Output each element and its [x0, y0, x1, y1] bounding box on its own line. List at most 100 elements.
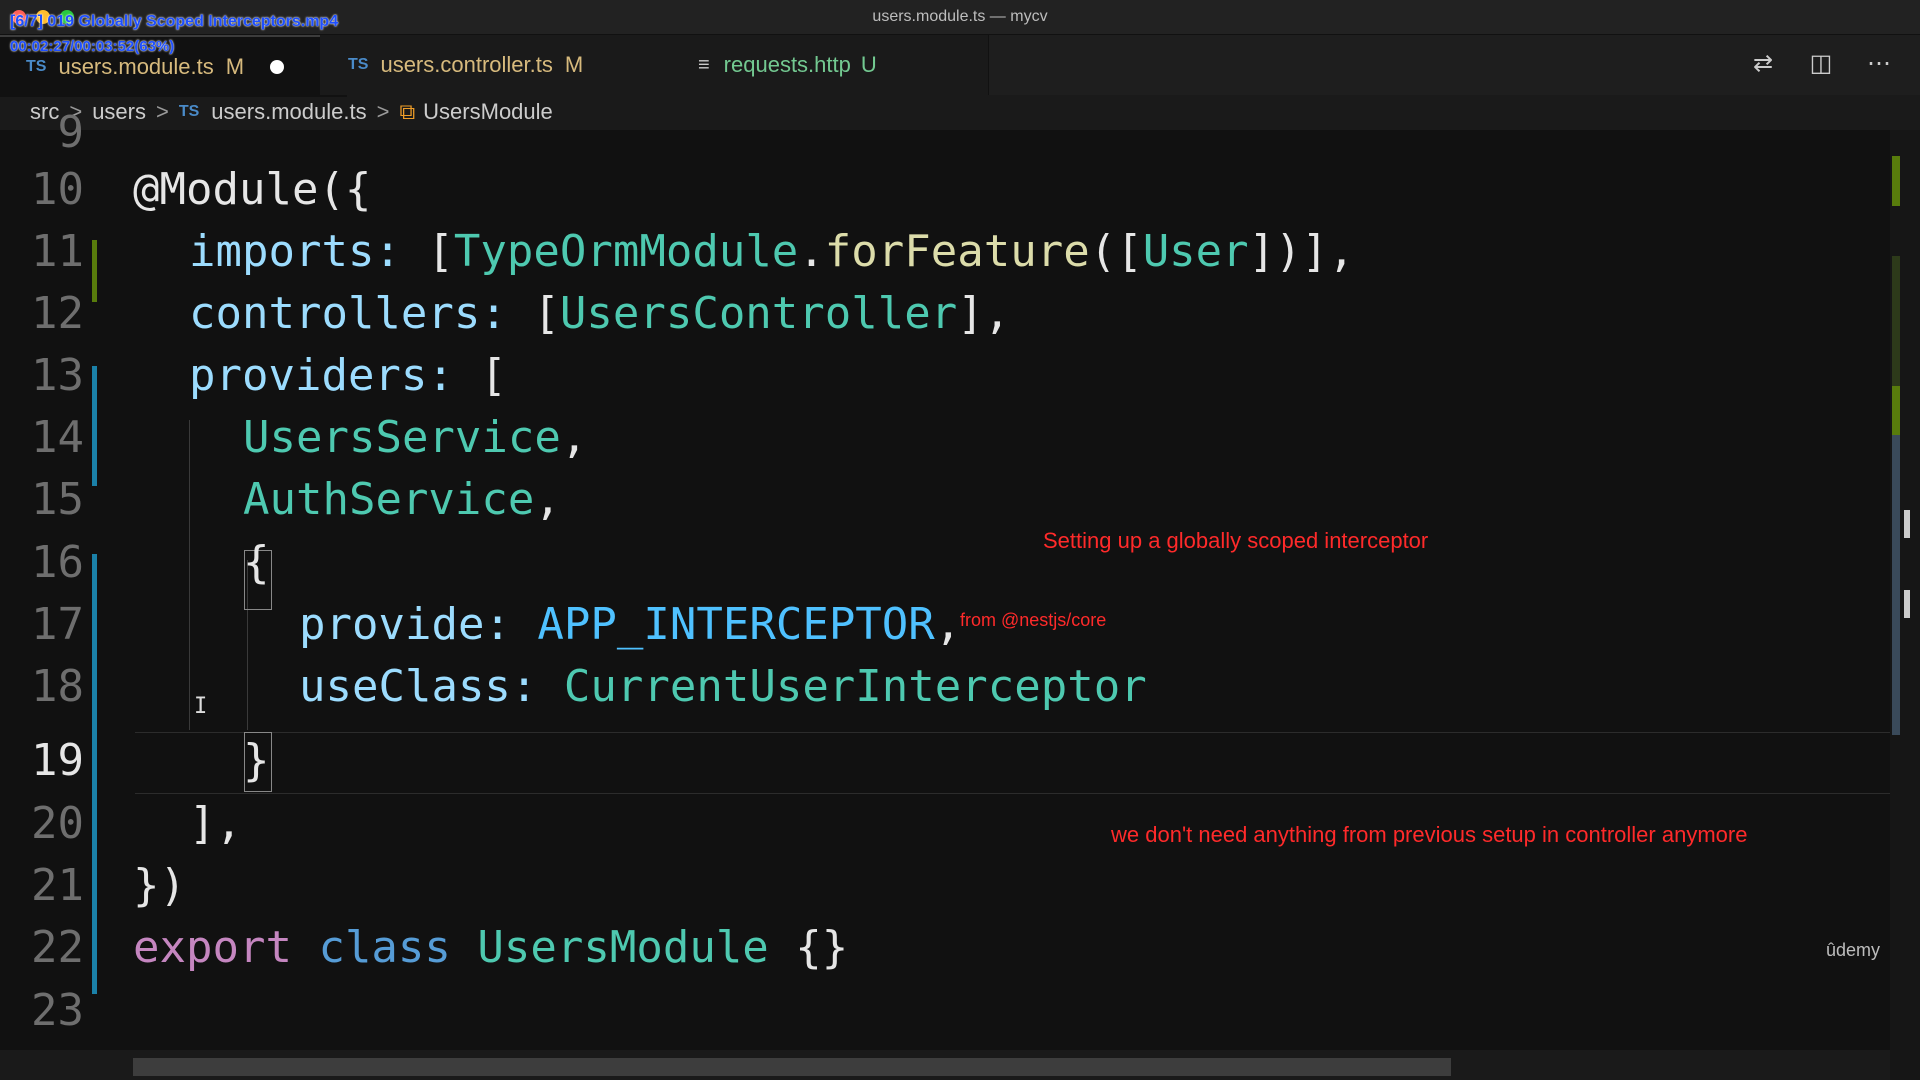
line-number: 12	[31, 288, 84, 339]
code-token: .	[798, 226, 825, 277]
code-token: User	[1142, 226, 1249, 277]
code-token: ,	[560, 412, 588, 463]
ts-file-icon: TS	[26, 58, 47, 75]
code-editor[interactable]: 9 10 @Module({ 11 imports: [TypeOrmModul…	[0, 107, 1890, 1050]
code-token: AuthService	[243, 474, 535, 525]
code-text: providers: [	[189, 345, 507, 407]
title-bar: users.module.ts — mycv [6/7] 019 Globall…	[0, 0, 1920, 35]
tab-users-controller[interactable]: TS users.controller.ts M	[320, 35, 693, 95]
line-number: 23	[31, 985, 84, 1036]
code-line: 21 })	[0, 855, 1890, 917]
scroll-position-marker	[1904, 590, 1910, 618]
code-text: @Module({	[133, 159, 371, 221]
code-token: {	[243, 537, 270, 588]
code-token: providers:	[189, 350, 481, 401]
horizontal-scrollbar-thumb[interactable]	[133, 1058, 1451, 1076]
code-line: 13 providers: [	[0, 345, 1890, 407]
code-text: AuthService,	[243, 469, 561, 531]
line-number: 14	[31, 412, 84, 463]
line-number: 9	[57, 107, 85, 158]
vertical-scrollbar[interactable]	[1890, 130, 1920, 1080]
code-token: ])],	[1248, 226, 1355, 277]
code-token: [	[480, 350, 507, 401]
line-number: 22	[31, 922, 84, 973]
code-token: ,	[934, 599, 962, 650]
code-text: useClass: CurrentUserInterceptor	[299, 656, 1147, 718]
code-token: ,	[534, 474, 561, 525]
code-token: [	[533, 288, 560, 339]
code-text: imports: [TypeOrmModule.forFeature([User…	[189, 221, 1355, 283]
code-line: 22 export class UsersModule {}	[0, 917, 1890, 979]
line-number: 15	[31, 474, 84, 525]
code-line: 14 UsersService,	[0, 407, 1890, 469]
code-text: UsersService,	[243, 407, 587, 469]
tab-label: users.module.ts	[58, 54, 214, 79]
code-token: [	[427, 226, 454, 277]
code-text: controllers: [UsersController],	[189, 283, 1010, 345]
code-token: {}	[768, 922, 849, 973]
open-changes-icon[interactable]: ⇄	[1748, 49, 1778, 78]
editor-actions: ⇄ ◫ ⋯	[1748, 49, 1894, 78]
code-line-current: 19 }	[0, 730, 1890, 792]
line-number: 16	[31, 537, 84, 588]
video-time-overlay: 00:02:27/00:03:52(63%)	[10, 38, 175, 55]
code-token: })	[133, 860, 186, 911]
line-number: 18	[31, 661, 84, 712]
overview-ruler-marker	[1892, 156, 1900, 206]
line-number: 13	[31, 350, 84, 401]
code-token: ],	[189, 798, 242, 849]
code-token: ([	[1089, 226, 1143, 277]
overview-ruler-marker	[1892, 435, 1900, 735]
video-filename-overlay: [6/7] 019 Globally Scoped Interceptors.m…	[10, 13, 339, 30]
code-line: 17 provide: APP_INTERCEPTOR,	[0, 594, 1890, 656]
code-text: export class UsersModule {}	[133, 917, 848, 979]
code-text: {	[243, 532, 270, 594]
code-token: TypeOrmModule	[453, 226, 799, 277]
code-token: export	[133, 922, 292, 973]
annotation-text: Setting up a globally scoped interceptor	[1043, 528, 1429, 553]
code-token: UsersController	[559, 288, 958, 339]
line-number: 17	[31, 599, 84, 650]
code-line: 9	[0, 102, 1890, 164]
scroll-position-marker	[1904, 510, 1910, 538]
line-number: 10	[31, 164, 84, 215]
split-editor-icon[interactable]: ◫	[1806, 49, 1836, 78]
text-cursor-icon: I	[194, 694, 208, 719]
code-line: 12 controllers: [UsersController],	[0, 283, 1890, 345]
unsaved-dot-icon[interactable]	[270, 60, 285, 74]
git-status-badge: U	[860, 52, 877, 77]
code-token: controllers:	[189, 288, 534, 339]
code-text: }	[243, 730, 270, 792]
code-token: UsersService	[243, 412, 561, 463]
code-token: CurrentUserInterceptor	[563, 661, 1147, 712]
code-token: useClass:	[299, 661, 564, 712]
code-token: provide:	[299, 599, 538, 650]
annotation-text: we don't need anything from previous set…	[1111, 822, 1748, 847]
code-line: 23	[0, 980, 1890, 1042]
code-token: }	[243, 735, 270, 786]
git-status-badge: M	[225, 54, 245, 79]
code-token: ],	[957, 288, 1011, 339]
code-token: forFeature	[824, 226, 1090, 277]
line-number: 20	[31, 798, 84, 849]
code-token: UsersModule	[477, 922, 769, 973]
code-text: ],	[189, 793, 242, 855]
more-actions-icon[interactable]: ⋯	[1864, 49, 1894, 78]
line-number: 21	[31, 860, 84, 911]
code-line: 18 useClass: CurrentUserInterceptor	[0, 656, 1890, 718]
line-number: 11	[31, 226, 84, 277]
code-text: provide: APP_INTERCEPTOR,	[299, 594, 961, 656]
code-token: APP_INTERCEPTOR	[537, 599, 935, 650]
code-token: imports:	[189, 226, 428, 277]
tab-label: requests.http	[723, 52, 851, 77]
code-token: class	[318, 922, 451, 973]
udemy-watermark: ûdemy	[1825, 940, 1880, 960]
code-token: @Module({	[133, 164, 372, 215]
line-number: 19	[31, 735, 84, 786]
git-status-badge: M	[564, 52, 584, 77]
tab-requests-http[interactable]: ≡ requests.http U	[664, 35, 989, 95]
ts-file-icon: TS	[348, 56, 369, 73]
code-line: 10 @Module({	[0, 159, 1890, 221]
